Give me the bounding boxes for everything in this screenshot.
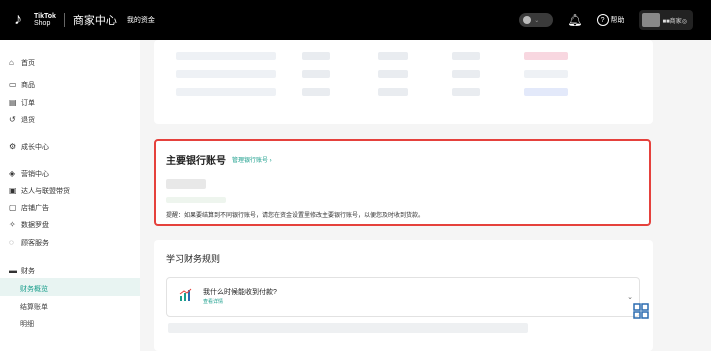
- top-bar: ♪ TikTok Shop 商家中心 我的资金 ⌄ 🔔︎ ? 帮助 ■■商家◎: [0, 0, 711, 40]
- logo-text: TikTok Shop: [34, 13, 56, 27]
- sidebar-item-label: 成长中心: [21, 144, 49, 151]
- blurred-cell: [302, 52, 330, 60]
- finance-rules-card: 学习财务规则 我什么时候能收到付款? 查看详情 ⌄: [154, 240, 653, 351]
- sidebar-item[interactable]: ▭ 商品: [9, 79, 35, 91]
- chevron-down-icon: ⌄: [534, 17, 540, 24]
- sidebar-item-label: 商品: [21, 82, 35, 89]
- chevron-down-icon[interactable]: ⌄: [627, 293, 633, 301]
- sidebar-item[interactable]: ⚙ 成长中心: [9, 141, 49, 153]
- help-label: 帮助: [610, 17, 625, 24]
- ads-icon: ▢: [9, 203, 17, 212]
- sidebar-item[interactable]: ▢ 店铺广告: [9, 202, 49, 214]
- tiktok-note-icon: ♪: [14, 11, 22, 28]
- nav-my-funds[interactable]: 我的资金: [127, 15, 155, 25]
- faq-question: 我什么时候能收到付款?: [203, 289, 277, 296]
- account-menu[interactable]: ■■商家◎: [638, 10, 693, 30]
- blurred-cell: [524, 70, 568, 78]
- region-dot-icon: [523, 16, 532, 24]
- blurred-cell: [176, 70, 276, 78]
- sidebar-item[interactable]: ▤ 订单: [9, 97, 35, 109]
- rules-title: 学习财务规则: [166, 254, 221, 264]
- tiktok-shop-logo[interactable]: ♪ TikTok Shop: [14, 11, 56, 29]
- blurred-cell: [378, 88, 408, 96]
- sidebar-item-label: 订单: [21, 100, 35, 107]
- order-icon: ▤: [9, 98, 17, 107]
- blurred-cell: [176, 88, 276, 96]
- blurred-bank-number: [166, 197, 226, 203]
- sidebar-item[interactable]: 明细: [20, 318, 34, 330]
- help-icon: ?: [596, 14, 609, 26]
- blurred-row: [168, 323, 528, 333]
- blurred-cell: [524, 88, 568, 96]
- region-switcher[interactable]: ⌄: [519, 13, 554, 27]
- finance-icon: ▬: [9, 266, 17, 275]
- sidebar-item-label: 顾客服务: [21, 240, 49, 247]
- marketing-icon: ◈: [9, 169, 16, 178]
- sidebar-item[interactable]: ◌ 顾客服务: [9, 237, 49, 249]
- blurred-cell: [378, 70, 408, 78]
- sidebar-item-label: 退货: [21, 117, 35, 124]
- blurred-cell: [524, 52, 568, 60]
- compass-icon: ✧: [9, 220, 16, 229]
- avatar: [641, 13, 660, 27]
- sidebar-item[interactable]: ↺ 退货: [9, 114, 35, 126]
- sidebar: ⌂ 首页 ▭ 商品 ▤ 订单 ↺ 退货 ⚙ 成长中心 ◈ 营销中心 ▣ 达人与联盟带货 ▢ 店铺广告 ✧ 数据罗盘…: [0, 40, 140, 351]
- blurred-cell: [176, 52, 276, 60]
- sidebar-item-label: 财务概览: [20, 286, 48, 293]
- sidebar-item[interactable]: ◈ 营销中心: [9, 168, 49, 180]
- brand-divider: [63, 13, 65, 27]
- balance-card: [154, 40, 653, 124]
- affiliate-icon: ▣: [9, 186, 17, 195]
- return-icon: ↺: [9, 115, 16, 124]
- blurred-cell: [452, 52, 480, 60]
- faq-details-link[interactable]: 查看详情: [203, 298, 223, 305]
- bar-chart-icon: [179, 288, 192, 301]
- sidebar-item[interactable]: ⌂ 首页: [9, 57, 35, 69]
- sidebar-item-label: 达人与联盟带货: [21, 188, 70, 195]
- bank-reminder-note: 提醒：如果要结算到不同银行账号，请您在资金设置里修改主要银行账号，以便您及时收到…: [166, 213, 425, 219]
- sidebar-item[interactable]: ▬ 财务: [9, 265, 35, 277]
- sidebar-item-label: 财务: [21, 268, 35, 275]
- account-name: ■■商家◎: [662, 18, 687, 25]
- growth-icon: ⚙: [9, 142, 17, 151]
- blurred-cell: [378, 52, 408, 60]
- sidebar-item[interactable]: ✧ 数据罗盘: [9, 219, 49, 231]
- main-content: 主要银行账号 管理银行账号 › 提醒：如果要结算到不同银行账号，请您在资金设置里…: [140, 40, 711, 351]
- sidebar-item-label: 店铺广告: [21, 205, 49, 212]
- service-icon: ◌: [9, 238, 14, 247]
- grid-menu-icon[interactable]: [633, 303, 649, 319]
- sidebar-item[interactable]: 结算账单: [20, 301, 48, 313]
- manage-bank-accounts-link[interactable]: 管理银行账号 ›: [232, 155, 272, 164]
- faq-item[interactable]: 我什么时候能收到付款? 查看详情 ⌄: [166, 277, 640, 317]
- sidebar-item-label: 营销中心: [21, 171, 49, 178]
- home-icon: ⌂: [9, 58, 14, 67]
- bank-card-title: 主要银行账号: [166, 156, 226, 167]
- primary-bank-account-card: 主要银行账号 管理银行账号 › 提醒：如果要结算到不同银行账号，请您在资金设置里…: [154, 139, 651, 226]
- blurred-cell: [452, 88, 480, 96]
- sidebar-item-label: 明细: [20, 321, 34, 328]
- sidebar-item[interactable]: ▣ 达人与联盟带货: [9, 185, 70, 197]
- sidebar-item[interactable]: 财务概览: [20, 283, 48, 295]
- box-icon: ▭: [9, 80, 17, 89]
- sidebar-item-label: 数据罗盘: [21, 222, 49, 229]
- sidebar-item-label: 首页: [21, 60, 35, 67]
- sidebar-item-label: 结算账单: [20, 304, 48, 311]
- blurred-cell: [452, 70, 480, 78]
- bell-icon[interactable]: 🔔︎: [567, 13, 582, 27]
- blurred-bank-name: [166, 179, 206, 189]
- blurred-cell: [302, 70, 330, 78]
- help-button[interactable]: ? 帮助: [596, 14, 625, 26]
- brand-title: 商家中心: [72, 15, 117, 27]
- blurred-cell: [302, 88, 330, 96]
